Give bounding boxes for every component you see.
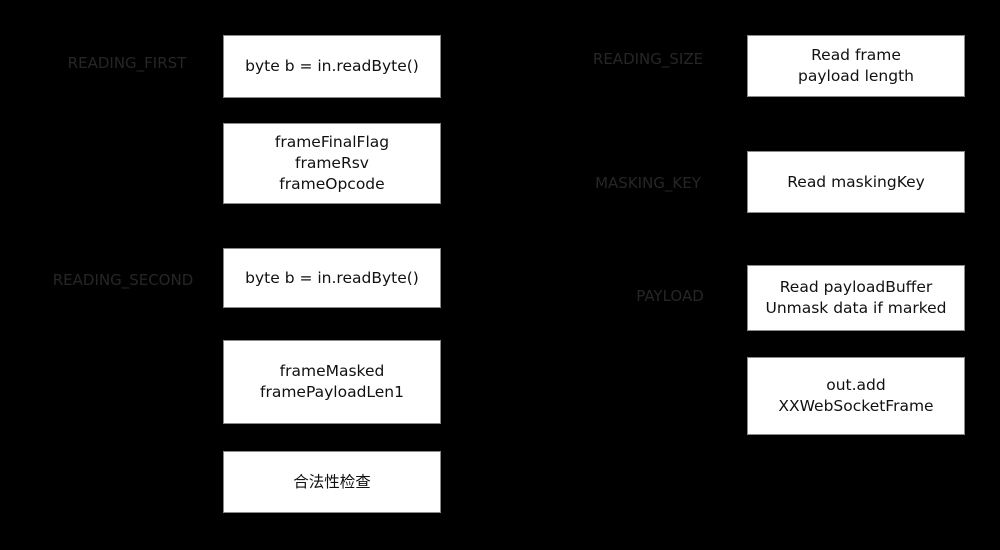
step-text: frameRsv [295, 154, 369, 172]
step-read-masking-key: Read maskingKey [747, 151, 965, 213]
step-text: XXWebSocketFrame [778, 397, 934, 415]
step-text: Unmask data if marked [765, 299, 947, 317]
step-output-frame: out.add XXWebSocketFrame [747, 357, 965, 435]
state-label-reading-first: READING_FIRST [67, 54, 187, 72]
step-text: Read frame [811, 46, 901, 64]
step-read-second-byte: byte b = in.readByte() [223, 248, 441, 308]
step-read-payload-length: Read frame payload length [747, 35, 965, 97]
step-text: Read payloadBuffer [779, 278, 933, 296]
step-text: frameMasked [279, 362, 385, 380]
step-text: payload length [798, 67, 914, 85]
state-label-masking-key: MASKING_KEY [595, 174, 701, 192]
step-parse-second-byte: frameMasked framePayloadLen1 [223, 340, 441, 424]
step-text: Read maskingKey [787, 172, 925, 191]
step-read-first-byte: byte b = in.readByte() [223, 35, 441, 98]
step-text: out.add [826, 376, 886, 394]
state-label-reading-size: READING_SIZE [592, 50, 704, 68]
step-parse-first-byte: frameFinalFlag frameRsv frameOpcode [223, 123, 441, 204]
step-text: framePayloadLen1 [260, 383, 404, 401]
step-text: 合法性检查 [293, 472, 371, 491]
step-text: frameOpcode [279, 175, 385, 193]
state-label-reading-second: READING_SECOND [52, 271, 194, 289]
step-text: byte b = in.readByte() [245, 57, 419, 75]
step-text: frameFinalFlag [274, 133, 390, 151]
step-validity-check: 合法性检查 [223, 451, 441, 513]
step-read-payload: Read payloadBuffer Unmask data if marked [747, 265, 965, 331]
state-label-payload: PAYLOAD [636, 287, 704, 305]
step-text: byte b = in.readByte() [245, 268, 419, 287]
